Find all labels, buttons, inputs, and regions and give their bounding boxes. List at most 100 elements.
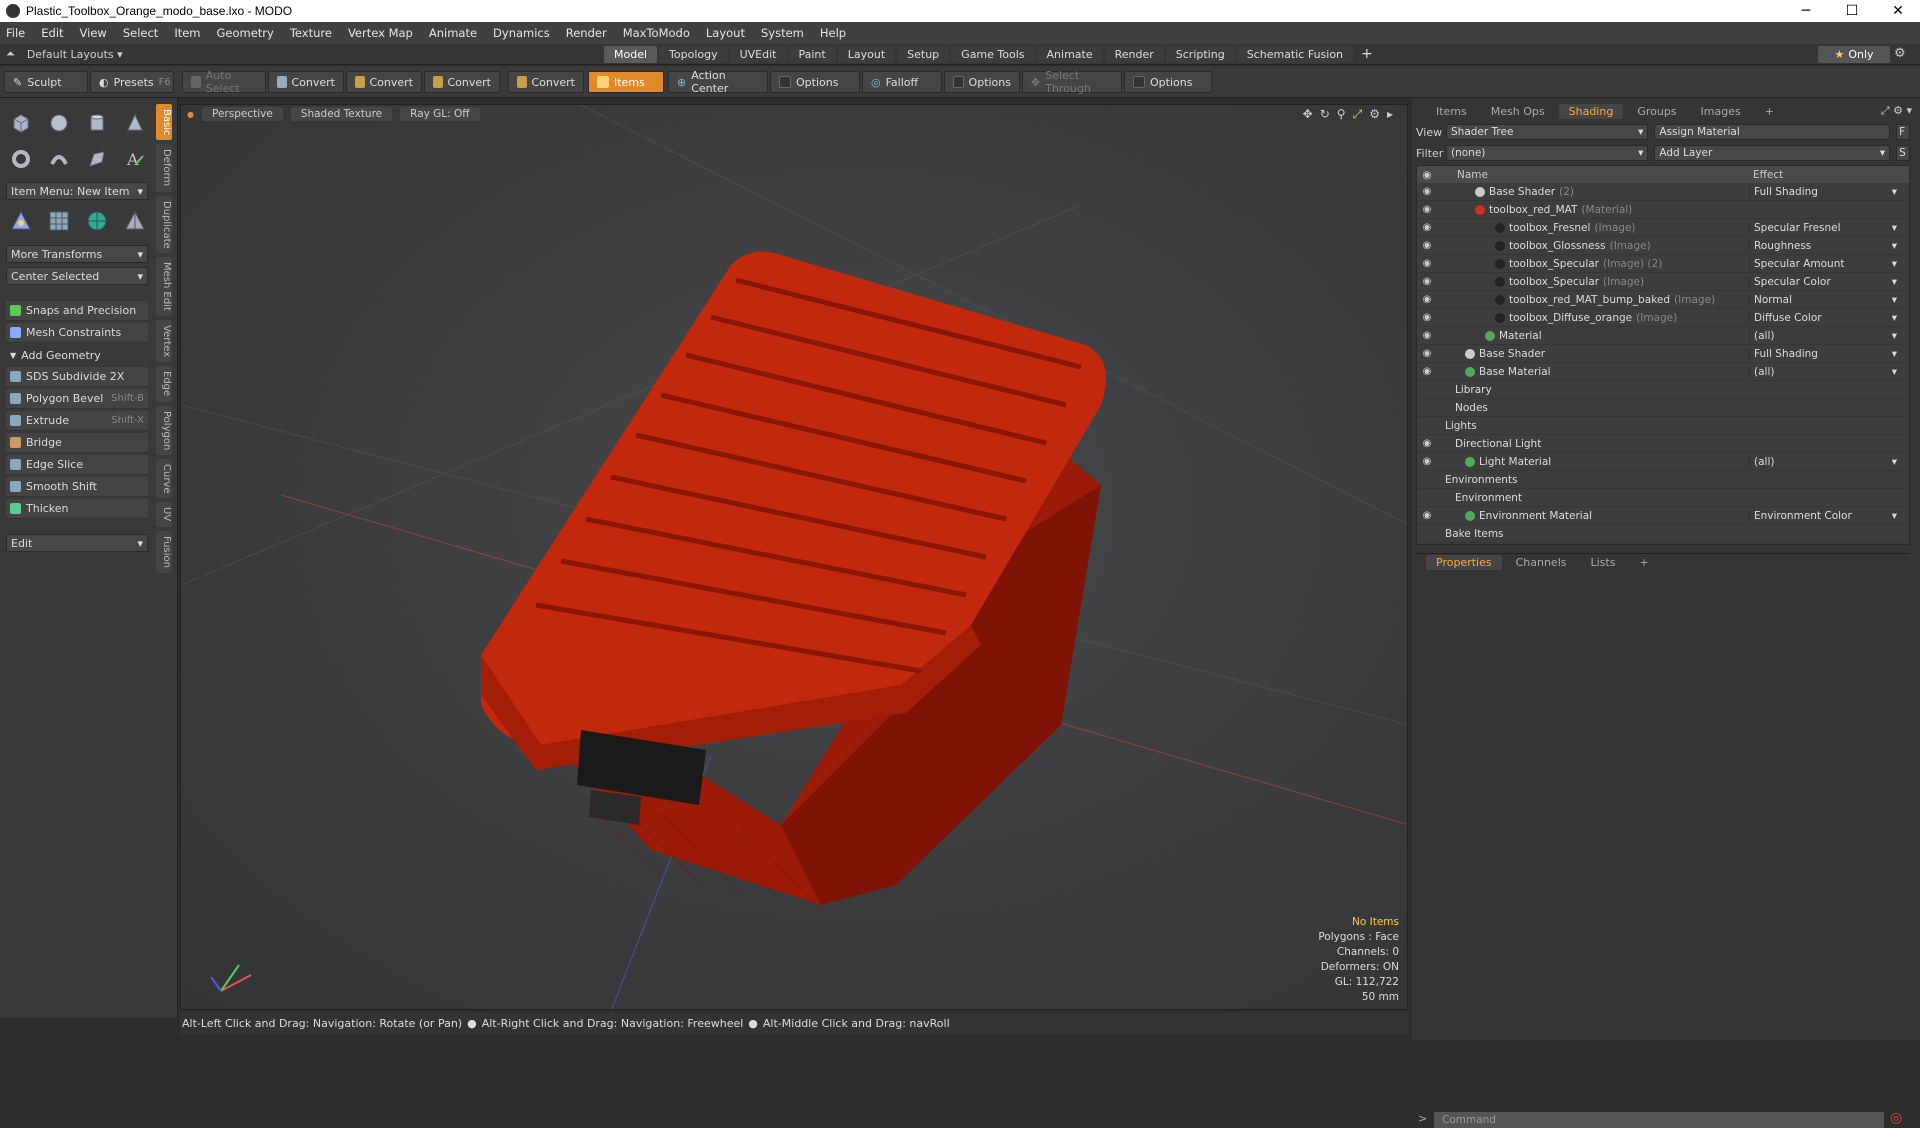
convert-edges-button[interactable]: Convert bbox=[346, 71, 422, 93]
visibility-eye-icon[interactable]: ◉ bbox=[1417, 510, 1437, 521]
visibility-eye-icon[interactable]: ◉ bbox=[1417, 294, 1437, 305]
effect-column-header[interactable]: Effect bbox=[1749, 169, 1783, 181]
shader-tree-row[interactable]: Lights bbox=[1417, 417, 1909, 435]
tab-lists[interactable]: Lists bbox=[1581, 555, 1626, 570]
sculpt-button[interactable]: ✎ Sculpt bbox=[4, 71, 88, 93]
auto-select-button[interactable]: Auto Select bbox=[182, 69, 266, 95]
shader-tree-row[interactable]: ◉ Base Shader Full Shading ▾ bbox=[1417, 345, 1909, 363]
minimize-button[interactable]: ─ bbox=[1784, 0, 1828, 22]
shader-effect-cell[interactable]: Specular Fresnel ▾ bbox=[1749, 221, 1901, 234]
visibility-eye-icon[interactable]: ◉ bbox=[1417, 240, 1437, 251]
record-icon[interactable]: ◎ bbox=[1890, 1110, 1902, 1126]
menu-texture[interactable]: Texture bbox=[290, 26, 332, 40]
shader-effect-cell[interactable]: Environment Color ▾ bbox=[1749, 509, 1901, 522]
add-panel-tab-button[interactable]: + bbox=[1755, 104, 1784, 119]
convert-vertices-button[interactable]: Convert bbox=[268, 71, 344, 93]
visibility-eye-icon[interactable]: ◉ bbox=[1417, 276, 1437, 287]
extrude-button[interactable]: Extrude Shift-X bbox=[6, 411, 148, 431]
vtab-curve[interactable]: Curve bbox=[156, 458, 172, 499]
visibility-eye-icon[interactable]: ◉ bbox=[1417, 456, 1437, 467]
tab-shading[interactable]: Shading bbox=[1558, 103, 1624, 119]
shader-tree-row[interactable]: ◉ Base Shader (2) Full Shading ▾ bbox=[1417, 183, 1909, 201]
settings-button[interactable]: S bbox=[1896, 145, 1911, 161]
add-layer-dropdown[interactable]: Add Layer ▾ bbox=[1654, 145, 1891, 161]
vtab-vertex[interactable]: Vertex bbox=[156, 320, 172, 363]
shader-tree-row[interactable]: Environment bbox=[1417, 489, 1909, 507]
menu-system[interactable]: System bbox=[761, 26, 804, 40]
shader-tree-row[interactable]: Nodes bbox=[1417, 399, 1909, 417]
convert-polygons-button[interactable]: Convert bbox=[424, 71, 500, 93]
tab-paint[interactable]: Paint bbox=[788, 46, 836, 63]
shader-tree-row[interactable]: ◉ toolbox_Fresnel (Image) Specular Fresnel ▾ bbox=[1417, 219, 1909, 237]
polygon-bevel-button[interactable]: Polygon Bevel Shift-B bbox=[6, 389, 148, 409]
shader-effect-cell[interactable]: Full Shading ▾ bbox=[1749, 347, 1901, 360]
visibility-eye-icon[interactable]: ◉ bbox=[1417, 204, 1437, 215]
visibility-eye-icon[interactable]: ◉ bbox=[1417, 186, 1437, 197]
menu-maxtomodo[interactable]: MaxToModo bbox=[623, 26, 690, 40]
shader-tree-row[interactable]: ◉ toolbox_Specular (Image) Specular Color ▾ bbox=[1417, 273, 1909, 291]
shader-tree-row[interactable]: ◉ Environment Material Environment Color ▾ bbox=[1417, 507, 1909, 525]
shader-tree-row[interactable]: Bake Items bbox=[1417, 525, 1909, 543]
layout-collapse-icon[interactable]: ⏶ bbox=[6, 47, 15, 61]
pyramid-icon[interactable] bbox=[120, 206, 150, 236]
maximize-button[interactable]: ☐ bbox=[1830, 0, 1874, 22]
smooth-shift-button[interactable]: Smooth Shift bbox=[6, 477, 148, 497]
favorite-button[interactable]: F bbox=[1896, 124, 1911, 140]
close-button[interactable]: ✕ bbox=[1876, 0, 1920, 22]
menu-animate[interactable]: Animate bbox=[429, 26, 477, 40]
sphere-icon[interactable] bbox=[44, 108, 74, 138]
tab-layout[interactable]: Layout bbox=[837, 46, 896, 63]
menu-geometry[interactable]: Geometry bbox=[217, 26, 274, 40]
text-icon[interactable]: A bbox=[120, 144, 150, 174]
vtab-duplicate[interactable]: Duplicate bbox=[156, 195, 172, 254]
menu-help[interactable]: Help bbox=[820, 26, 846, 40]
default-layouts-dropdown[interactable]: Default Layouts ▾ bbox=[27, 48, 123, 61]
command-input[interactable]: Command bbox=[1434, 1112, 1884, 1128]
shader-effect-cell[interactable]: Full Shading ▾ bbox=[1749, 185, 1901, 198]
vtab-mesh-edit[interactable]: Mesh Edit bbox=[156, 257, 172, 317]
shader-effect-cell[interactable]: Diffuse Color ▾ bbox=[1749, 311, 1901, 324]
shader-effect-cell[interactable]: Specular Color ▾ bbox=[1749, 275, 1901, 288]
filter-dropdown[interactable]: (none) ▾ bbox=[1446, 145, 1649, 161]
visibility-eye-icon[interactable]: ◉ bbox=[1417, 438, 1437, 449]
tab-uvedit[interactable]: UVEdit bbox=[729, 46, 787, 63]
vtab-deform[interactable]: Deform bbox=[156, 144, 172, 192]
shader-tree-row[interactable]: ◉ Directional Light bbox=[1417, 435, 1909, 453]
add-geometry-header[interactable]: ▼ Add Geometry bbox=[6, 346, 148, 364]
tab-channels[interactable]: Channels bbox=[1506, 555, 1577, 570]
tube-icon[interactable] bbox=[44, 144, 74, 174]
menu-dynamics[interactable]: Dynamics bbox=[493, 26, 550, 40]
shader-tree-row[interactable]: ◉ toolbox_red_MAT_bump_baked (Image) Normal… bbox=[1417, 291, 1909, 309]
falloff-options-button[interactable]: Options bbox=[944, 71, 1020, 93]
tab-groups[interactable]: Groups bbox=[1627, 104, 1686, 119]
item-menu-dropdown[interactable]: Item Menu: New Item ▾ bbox=[6, 182, 148, 200]
tab-properties[interactable]: Properties bbox=[1426, 555, 1502, 570]
action-center-button[interactable]: ⊕ Action Center bbox=[668, 69, 768, 95]
pen-icon[interactable] bbox=[82, 144, 112, 174]
gear-icon[interactable]: ⚙ bbox=[1894, 46, 1906, 61]
shader-tree-row[interactable]: ◉ Material (all) ▾ bbox=[1417, 327, 1909, 345]
menu-layout[interactable]: Layout bbox=[706, 26, 745, 40]
vtab-fusion[interactable]: Fusion bbox=[156, 530, 172, 573]
visibility-eye-icon[interactable]: ◉ bbox=[1417, 348, 1437, 359]
menu-vertex-map[interactable]: Vertex Map bbox=[348, 26, 413, 40]
cube-icon[interactable] bbox=[6, 108, 36, 138]
vtab-uv[interactable]: UV bbox=[156, 502, 172, 527]
vtab-polygon[interactable]: Polygon bbox=[156, 405, 172, 455]
tab-topology[interactable]: Topology bbox=[659, 46, 728, 63]
items-mode-button[interactable]: Items bbox=[588, 71, 664, 93]
torus-icon[interactable] bbox=[6, 144, 36, 174]
shader-tree-row[interactable]: ◉ toolbox_red_MAT (Material) bbox=[1417, 201, 1909, 219]
vtab-basic[interactable]: Basic bbox=[156, 104, 172, 141]
visibility-eye-icon[interactable]: ◉ bbox=[1417, 258, 1437, 269]
sds-subdivide-button[interactable]: SDS Subdivide 2X bbox=[6, 367, 148, 387]
tab-render[interactable]: Render bbox=[1104, 46, 1164, 63]
add-props-tab-button[interactable]: + bbox=[1629, 555, 1658, 570]
select-through-options-button[interactable]: Options bbox=[1124, 71, 1212, 93]
name-column-header[interactable]: Name bbox=[1437, 169, 1749, 181]
globe-icon[interactable] bbox=[82, 206, 112, 236]
edit-dropdown[interactable]: Edit ▾ bbox=[6, 534, 148, 552]
visibility-eye-icon[interactable]: ◉ bbox=[1417, 330, 1437, 341]
panel-expand-icon[interactable]: ⤢ ⚙ ▾ bbox=[1881, 104, 1912, 118]
shader-tree-row[interactable]: Environments bbox=[1417, 471, 1909, 489]
